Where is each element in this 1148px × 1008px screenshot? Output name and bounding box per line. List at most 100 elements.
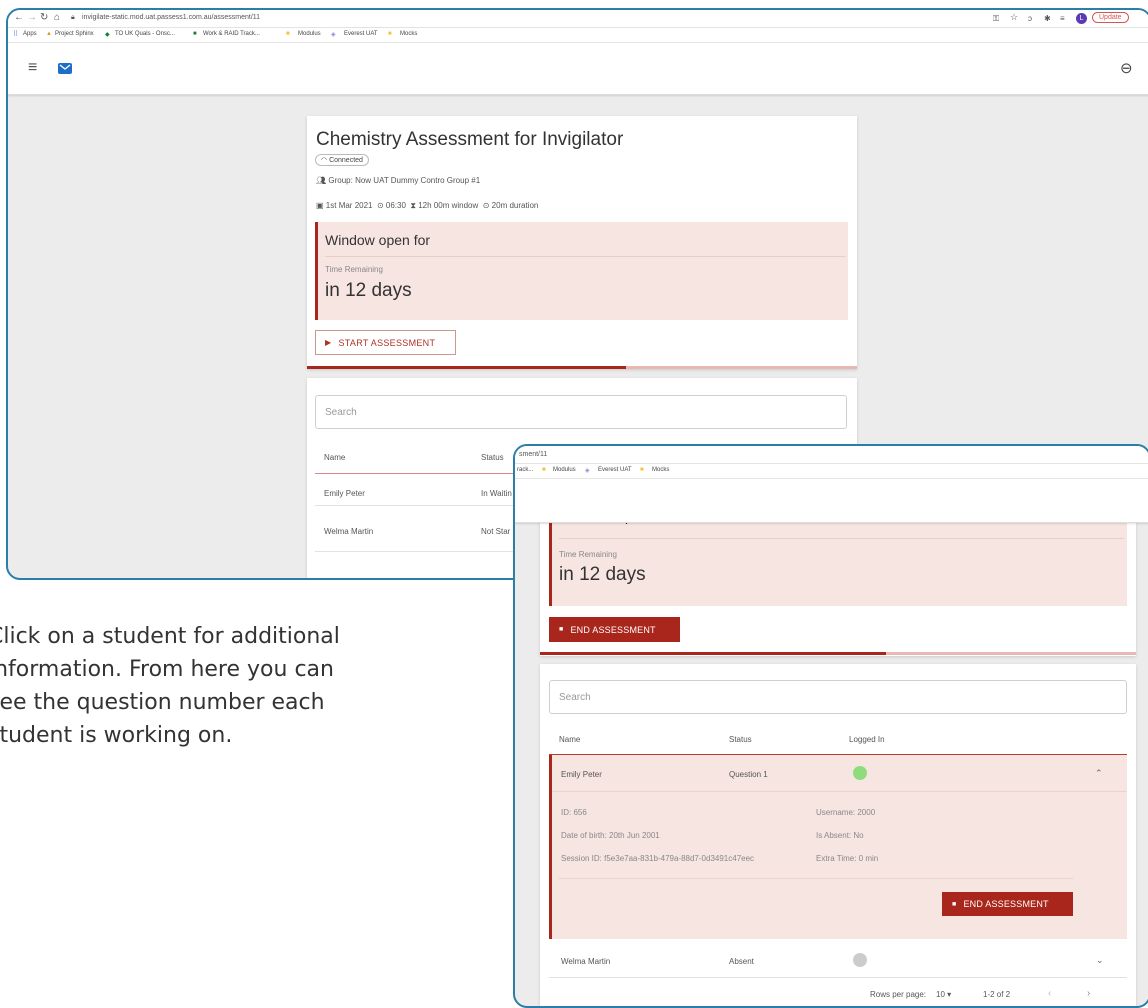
- calendar-icon: ▣: [316, 201, 324, 210]
- logged-out-indicator: [853, 953, 867, 967]
- bookmark-everest-uat[interactable]: Everest UAT: [344, 31, 378, 37]
- bookmark-modulus[interactable]: Modulus: [553, 467, 576, 473]
- folder-icon: ■: [388, 31, 392, 37]
- folder-icon: ■: [640, 467, 644, 473]
- student-name[interactable]: Emily Peter: [324, 489, 365, 498]
- reload-icon[interactable]: ↻: [40, 12, 48, 23]
- student-name[interactable]: Welma Martin: [324, 527, 373, 536]
- bookmark-modulus[interactable]: Modulus: [298, 31, 321, 37]
- progress-fill: [540, 652, 886, 655]
- bookmark-work-raid[interactable]: rack...: [517, 467, 533, 473]
- date-label: 1st Mar 2021: [325, 201, 373, 210]
- detail-dob: Date of birth: 20th Jun 2001: [561, 831, 660, 840]
- app-header: [515, 479, 1148, 523]
- rows-per-page-select[interactable]: 10 ▾: [936, 990, 951, 999]
- bookmarks-bar: ⠿ Apps ▲ Project Sphinx ◆ TO UK Quals - …: [8, 28, 1148, 43]
- col-name-header: Name: [324, 453, 346, 462]
- search-input[interactable]: Search: [549, 680, 1127, 714]
- app-header: ≡ ⊖: [8, 43, 1148, 95]
- end-student-assessment-button[interactable]: ■ END ASSESSMENT: [942, 892, 1073, 916]
- home-icon[interactable]: ⌂: [54, 12, 60, 23]
- window-heading: Window open for: [325, 232, 431, 248]
- bookmark-mocks[interactable]: Mocks: [652, 467, 669, 473]
- col-logged-header: Logged In: [849, 735, 885, 744]
- star-icon[interactable]: ☆: [1010, 12, 1018, 23]
- bookmark-icon: ■: [193, 31, 197, 37]
- duration-label: 20m duration: [491, 201, 539, 210]
- col-status-header: Status: [481, 453, 504, 462]
- hourglass-icon: ⧗: [410, 201, 416, 210]
- group-icon: 👥︎: [316, 176, 327, 185]
- bookmark-work-raid[interactable]: Work & RAID Track...: [203, 31, 260, 37]
- folder-icon: ■: [542, 467, 546, 473]
- assessment-card: Window open for Time Remaining in 12 day…: [540, 506, 1136, 656]
- address-bar[interactable]: invigilate-static.mod.uat.passess1.com.a…: [82, 14, 260, 21]
- assessment-card: Chemistry Assessment for Invigilator ◠ C…: [307, 116, 857, 369]
- time-remaining-value: in 12 days: [559, 564, 646, 585]
- connection-label: Connected: [329, 157, 363, 164]
- avatar[interactable]: L: [1076, 13, 1087, 24]
- time-remaining-label: Time Remaining: [559, 550, 617, 559]
- bookmark-project-sphinx[interactable]: Project Sphinx: [55, 31, 94, 37]
- bookmark-icon: ▲: [46, 31, 52, 37]
- prev-page-icon[interactable]: ‹: [1048, 988, 1051, 999]
- time-label: 06:30: [385, 201, 406, 210]
- caption-line: Click on a student for additional: [0, 624, 340, 649]
- dropdown-icon: ▾: [947, 990, 952, 999]
- key-icon[interactable]: ⚿: [993, 14, 999, 24]
- back-icon[interactable]: ←: [14, 12, 24, 23]
- group-label: Group: Now UAT Dummy Contro Group #1: [328, 176, 481, 185]
- start-assessment-label: START ASSESSMENT: [338, 337, 436, 348]
- bookmark-mocks[interactable]: Mocks: [400, 31, 417, 37]
- time-remaining-value: in 12 days: [325, 280, 412, 301]
- update-button[interactable]: Update: [1092, 12, 1129, 23]
- menu-icon[interactable]: ≡: [28, 59, 37, 77]
- clock-icon: ⊙: [376, 201, 384, 210]
- bookmark-uk-quals[interactable]: TO UK Quals - Onsc...: [115, 31, 175, 37]
- detail-session: Session ID: f5e3e7aa-831b-479a-88d7-0d34…: [561, 854, 755, 863]
- detail-extra-time: Extra Time: 0 min: [816, 854, 879, 863]
- assessment-title: Chemistry Assessment for Invigilator: [316, 129, 624, 150]
- chevron-up-icon[interactable]: ⌃: [1095, 768, 1103, 779]
- search-input[interactable]: Search: [315, 395, 847, 429]
- student-name[interactable]: Emily Peter: [561, 770, 602, 779]
- end-assessment-button[interactable]: ■ END ASSESSMENT: [549, 617, 680, 642]
- mail-icon[interactable]: [58, 63, 72, 74]
- bookmark-icon: ◈: [585, 468, 590, 474]
- bookmark-apps[interactable]: Apps: [23, 31, 37, 37]
- detail-id: ID: 656: [561, 808, 587, 817]
- address-bar[interactable]: sment/11: [519, 451, 547, 458]
- rows-per-page-value: 10: [936, 990, 945, 999]
- account-icon[interactable]: ⊖: [1120, 59, 1133, 77]
- caption-line: see the question number each: [0, 690, 325, 715]
- bookmark-icon: ◆: [105, 32, 110, 38]
- start-assessment-button[interactable]: ▶ START ASSESSMENT: [315, 330, 456, 355]
- next-page-icon[interactable]: ›: [1087, 988, 1090, 999]
- student-status: Question 1: [729, 770, 768, 779]
- time-remaining-label: Time Remaining: [325, 265, 383, 274]
- browser-toolbar: ← → ↻ ⌂ 🔒︎ invigilate-static.mod.uat.pas…: [8, 10, 1148, 28]
- lock-icon: 🔒︎: [71, 14, 75, 21]
- stop-icon: ■: [559, 626, 564, 633]
- timer-icon: ⊙: [482, 201, 490, 210]
- folder-icon: ■: [286, 31, 290, 37]
- bookmark-everest-uat[interactable]: Everest UAT: [598, 467, 632, 473]
- screenshot-student-detail: sment/11 rack... ■ Modulus ◈ Everest UAT…: [513, 444, 1148, 1008]
- puzzle-icon[interactable]: ✱: [1044, 14, 1051, 23]
- caption-line: student is working on.: [0, 723, 233, 748]
- window-open-panel: Window open for Time Remaining in 12 day…: [315, 222, 848, 320]
- detail-absent: Is Absent: No: [816, 831, 864, 840]
- group-row: 👥︎ Group: Now UAT Dummy Contro Group #1: [316, 176, 480, 185]
- col-name-header: Name: [559, 735, 581, 744]
- student-name[interactable]: Welma Martin: [561, 957, 610, 966]
- chevron-down-icon[interactable]: ⌄: [1096, 955, 1104, 966]
- browser-toolbar: sment/11: [515, 446, 1148, 464]
- student-status: Absent: [729, 957, 754, 966]
- reading-list-icon[interactable]: ≡: [1060, 14, 1065, 23]
- play-icon: ▶: [325, 338, 332, 347]
- student-status: Not Star: [481, 527, 511, 536]
- window-label: 12h 00m window: [418, 201, 479, 210]
- end-student-assessment-label: END ASSESSMENT: [963, 899, 1049, 909]
- extension-icon[interactable]: ↄ: [1028, 14, 1032, 23]
- forward-icon[interactable]: →: [27, 12, 37, 23]
